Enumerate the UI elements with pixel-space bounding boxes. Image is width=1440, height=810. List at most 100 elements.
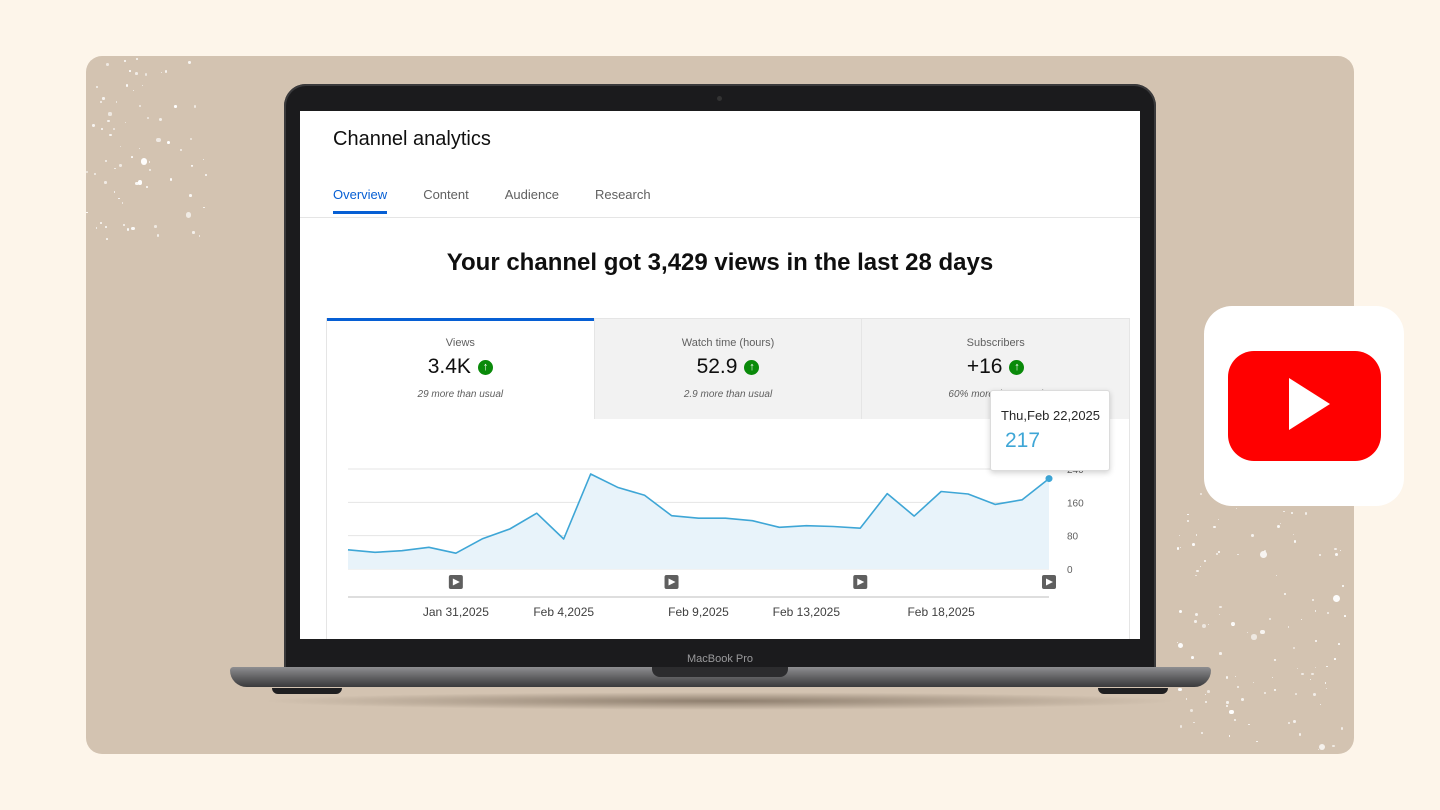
decorative-speck [1226,676,1229,679]
decorative-speck [1218,519,1219,520]
tab-content[interactable]: Content [423,187,469,214]
decorative-speck [1201,732,1203,734]
decorative-speck [1213,526,1215,528]
metric-label: Subscribers [862,337,1129,349]
decorative-speck [124,60,126,62]
y-tick-label: 80 [1067,532,1079,543]
x-tick-label: Jan 31,2025 [423,605,489,619]
decorative-speck [1334,658,1336,660]
tab-divider [300,217,1140,218]
decorative-speck [127,228,129,230]
decorative-speck [192,231,194,233]
decorative-speck [120,146,121,147]
y-tick-label: 0 [1067,565,1073,576]
decorative-speck [123,224,125,226]
decorative-speck [145,73,147,75]
arrow-up-icon: ↑ [744,360,759,375]
tooltip-value: 217 [1005,429,1040,453]
decorative-speck [189,194,192,197]
decorative-speck [1310,679,1311,680]
decorative-speck [170,178,172,180]
decorative-speck [1274,659,1275,660]
decorative-speck [1301,619,1302,620]
decorative-speck [1179,535,1180,536]
y-tick-label: 160 [1067,498,1084,509]
decorative-speck [1293,720,1296,723]
decorative-speck [203,207,205,209]
video-marker-play-icon[interactable] [449,575,463,589]
video-marker-play-icon[interactable] [1042,575,1056,589]
decorative-speck [1280,523,1281,524]
decorative-speck [1301,673,1304,676]
decorative-speck [1226,701,1228,703]
decorative-speck [1218,551,1220,553]
decorative-speck [1264,692,1266,694]
metric-card-views[interactable]: Views 3.4K↑ 29 more than usual [327,318,594,420]
decorative-speck [1205,694,1206,695]
decorative-speck [1340,550,1341,551]
decorative-speck [1299,733,1301,735]
decorative-speck [1187,514,1189,516]
decorative-speck [1344,615,1346,617]
decorative-speck [1235,676,1236,677]
decorative-speck [1288,722,1290,724]
decorative-speck [114,168,116,170]
decorative-speck [1202,624,1206,628]
arrow-up-icon: ↑ [478,360,493,375]
decorative-speck [1315,667,1316,668]
decorative-speck [1327,612,1329,614]
decorative-speck [1325,682,1327,684]
decorative-speck [1326,666,1328,668]
tab-overview[interactable]: Overview [333,187,387,214]
decorative-speck [96,227,98,229]
decorative-speck [1293,534,1294,535]
decorative-speck [191,165,193,167]
decorative-speck [138,180,143,185]
decorative-speck [1234,719,1236,721]
decorative-speck [1192,543,1195,546]
decorative-speck [1247,632,1248,633]
decorative-speck [1342,585,1343,586]
decorative-speck [1312,599,1314,601]
decorative-speck [1195,575,1197,577]
decorative-speck [186,212,192,218]
decorative-speck [1200,493,1202,495]
decorative-speck [1315,640,1317,642]
decorative-speck [1313,693,1316,696]
decorative-speck [1293,647,1295,649]
metric-card-watch-time[interactable]: Watch time (hours) 52.9↑ 2.9 more than u… [594,319,862,420]
device-label: MacBook Pro [284,653,1156,665]
page-title: Channel analytics [333,128,491,151]
laptop-base [230,667,1211,687]
decorative-speck [1260,551,1267,558]
decorative-speck [1236,508,1237,509]
decorative-speck [146,186,148,188]
decorative-speck [113,128,115,130]
decorative-speck [1229,735,1230,736]
metric-value: 3.4K [428,355,471,379]
laptop-lid: Channel analytics Overview Content Audie… [284,84,1156,672]
laptop-notch [652,667,788,677]
decorative-speck [86,171,88,173]
decorative-speck [1326,688,1328,690]
tab-bar: Overview Content Audience Research [333,187,651,214]
tooltip-date: Thu,Feb 22,2025 [1001,408,1100,423]
tab-audience[interactable]: Audience [505,187,559,214]
video-marker-play-icon[interactable] [665,575,679,589]
decorative-speck [1194,620,1197,623]
decorative-speck [1320,704,1321,705]
video-marker-play-icon[interactable] [853,575,867,589]
decorative-speck [1288,626,1290,628]
decorative-speck [1179,610,1182,613]
decorative-speck [1276,575,1277,576]
decorative-speck [156,138,161,143]
x-tick-label: Feb 9,2025 [668,605,729,619]
tab-research[interactable]: Research [595,187,651,214]
decorative-speck [1237,554,1238,555]
decorative-speck [1332,745,1334,747]
highlighted-data-point [1046,475,1053,482]
laptop-shadow [260,692,1180,710]
decorative-speck [131,156,133,158]
decorative-speck [1315,610,1317,612]
decorative-speck [1319,554,1321,556]
